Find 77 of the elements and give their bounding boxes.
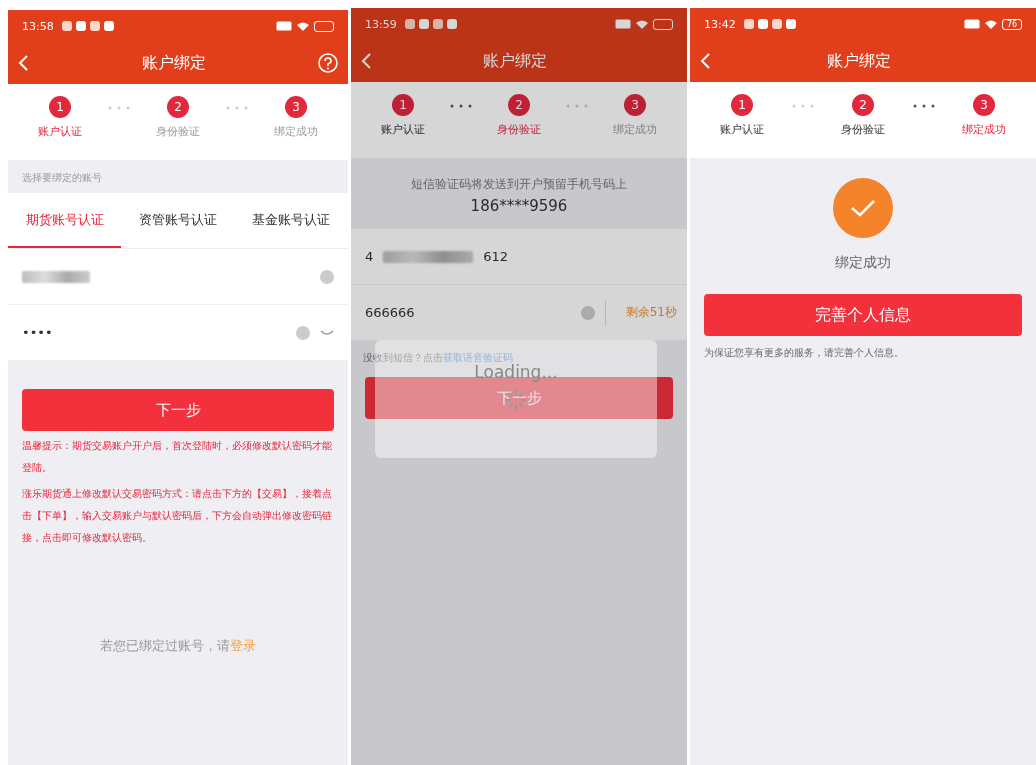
step-number: 3 [285,96,307,118]
wifi-icon [635,19,649,29]
status-time: 13:58 [22,19,54,33]
step-label: 身份验证 [841,122,885,137]
battery-icon [314,20,334,32]
clear-icon[interactable] [320,269,334,284]
step-number: 3 [624,94,646,116]
code-field[interactable]: 666666 [365,305,571,320]
step-connector [225,105,249,111]
notification-icon [103,21,114,31]
back-icon[interactable] [361,53,372,69]
account-field[interactable] [8,249,348,305]
warning-text: 温馨提示：期货交易账户开户后，首次登陆时，必须修改默认密码才能登陆。 [21,439,333,475]
step-number: 1 [49,96,71,118]
step-connector [449,103,473,109]
notification-icon [418,19,429,29]
step-number: 2 [852,94,874,116]
page-title: 账户绑定 [140,52,207,74]
clear-icon[interactable] [580,305,595,320]
vpn-icon [615,19,631,29]
countdown-text: 剩余51秒 [624,304,678,321]
step-number: 1 [392,94,414,116]
check-icon [850,198,876,218]
wifi-icon [296,21,310,31]
vpn-icon [964,19,980,29]
battery-icon [653,18,673,30]
page-title: 账户绑定 [481,50,548,72]
battery-icon: 76 [1002,18,1022,30]
password-field[interactable]: •••• [8,305,348,361]
page-title: 账户绑定 [825,50,892,72]
warning-text: 涨乐期货通上修改默认交易密码方式：请点击下方的【交易】，接着点击【下单】，输入交易账户与默认密码后，下方会自动弹出修改密码链接，点击即可修改默认密码。 [21,487,333,545]
result-text: 绑定成功 [835,254,891,272]
account-tab[interactable]: 资管账号认证 [121,193,235,248]
step-connector [107,105,131,111]
step-number: 3 [973,94,995,116]
step-label: 绑定成功 [274,124,318,139]
notification-icon [446,19,457,29]
step-label: 身份验证 [497,122,541,137]
back-icon[interactable] [700,53,711,69]
step-number: 2 [508,94,530,116]
next-button[interactable]: 下一步 [22,389,334,431]
wifi-icon [984,19,998,29]
notification-icon [432,19,443,29]
sms-notice: 短信验证码将发送到开户预留手机号码上 [410,176,628,193]
status-time: 13:59 [365,17,397,31]
redacted-text [22,270,90,283]
step-label: 身份验证 [156,124,200,139]
vpn-icon [276,21,292,31]
footer-text: 若您已绑定过账号，请 [100,638,230,653]
account-tab[interactable]: 基金账号认证 [234,193,348,248]
notification-icon [89,21,100,31]
account-field[interactable]: 4 612 [351,229,687,285]
notification-icon [404,19,415,29]
status-time: 13:42 [704,17,736,31]
step-label: 账户认证 [381,122,425,137]
notification-icon [785,19,796,29]
help-icon[interactable] [318,53,338,73]
phone-number: 186****9596 [469,197,569,215]
notification-icon [75,21,86,31]
notification-icon [61,21,72,31]
closed-eye-icon[interactable] [320,329,334,336]
step-label: 账户认证 [720,122,764,137]
step-connector [790,103,815,109]
step-number: 2 [167,96,189,118]
step-connector [565,103,589,109]
note-text: 为保证您享有更多的服务，请完善个人信息。 [703,346,905,360]
complete-info-button[interactable]: 完善个人信息 [704,294,1022,336]
step-number: 1 [731,94,753,116]
back-icon[interactable] [18,55,29,71]
notification-icon [743,19,754,29]
step-label: 绑定成功 [962,122,1006,137]
notification-icon [757,19,768,29]
notification-icon [771,19,782,29]
clear-icon[interactable] [296,325,310,340]
step-label: 账户认证 [38,124,82,139]
step-label: 绑定成功 [613,122,657,137]
step-connector [911,103,936,109]
